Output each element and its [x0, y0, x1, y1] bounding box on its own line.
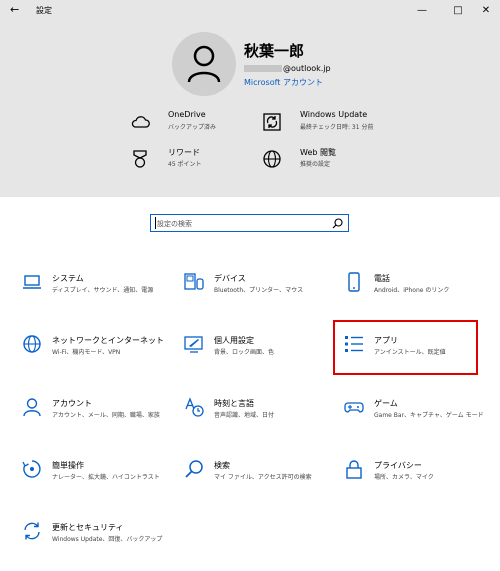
tile-title: ネットワークとインターネット [52, 336, 164, 345]
header-item-onedrive[interactable]: OneDrive バックアップ済み [130, 110, 270, 140]
time-language-icon [185, 397, 204, 417]
tile-subtitle: 音声認識、地域、日付 [214, 412, 275, 419]
tile-title: アカウント [52, 399, 92, 408]
laptop-icon [23, 275, 41, 289]
header-item-subtitle: 推奨の設定 [300, 161, 331, 168]
header-item-windows-update[interactable]: Windows Update 最終チェック日時: 31 分前 [262, 110, 402, 140]
tile-accounts[interactable]: アカウント アカウント、メール、同期、職場、家族 [22, 397, 172, 447]
update-icon [263, 113, 281, 131]
tile-subtitle: アカウント、メール、同期、職場、家族 [52, 412, 160, 419]
tile-privacy[interactable]: プライバシー 場所、カメラ、マイク [344, 459, 494, 509]
header-item-title: Web 閲覧 [300, 148, 336, 157]
tile-personalization[interactable]: 個人用設定 背景、ロック画面、色 [184, 334, 334, 384]
gamepad-icon [344, 402, 364, 413]
minimize-button[interactable]: — [412, 2, 432, 20]
devices-icon [184, 273, 204, 290]
header-item-title: OneDrive [168, 110, 206, 119]
maximize-button[interactable]: □ [448, 2, 468, 20]
text-caret [155, 217, 156, 229]
tile-time-language[interactable]: 時刻と言語 音声認識、地域、日付 [184, 397, 334, 447]
tile-title: 電話 [374, 274, 390, 283]
tile-subtitle: Bluetooth、プリンター、マウス [214, 287, 304, 294]
redacted-email-block [244, 65, 282, 72]
tile-subtitle: Wi-Fi、機内モード、VPN [52, 349, 121, 356]
tile-gaming[interactable]: ゲーム Game Bar、キャプチャ、ゲーム モード [344, 397, 494, 447]
header-item-subtitle: 45 ポイント [168, 161, 202, 168]
tile-title: デバイス [214, 274, 246, 283]
tile-update-security[interactable]: 更新とセキュリティ Windows Update、回復、バックアップ [22, 521, 172, 571]
window-title: 設定 [36, 6, 52, 15]
tile-title: システム [52, 274, 84, 283]
personalization-icon [184, 336, 203, 353]
tile-devices[interactable]: デバイス Bluetooth、プリンター、マウス [184, 272, 334, 322]
tile-subtitle: 場所、カメラ、マイク [374, 474, 434, 481]
search-input[interactable]: 設定の検索 [150, 214, 349, 232]
sync-icon [24, 522, 40, 540]
tile-subtitle: Game Bar、キャプチャ、ゲーム モード [374, 412, 484, 419]
tile-title: 個人用設定 [214, 336, 254, 345]
phone-icon [348, 272, 360, 292]
tile-title: 検索 [214, 461, 230, 470]
tile-subtitle: ナレーター、拡大鏡、ハイコントラスト [52, 474, 160, 481]
user-name: 秋葉一郎 [244, 42, 305, 60]
search-placeholder: 設定の検索 [157, 220, 192, 228]
tile-subtitle: 背景、ロック画面、色 [214, 349, 275, 356]
search-icon[interactable] [332, 218, 343, 229]
close-button[interactable]: ✕ [476, 2, 496, 20]
header-item-web-browsing[interactable]: Web 閲覧 推奨の設定 [262, 147, 402, 177]
globe-icon [263, 150, 281, 168]
header-item-title: Windows Update [300, 110, 368, 119]
tile-ease-of-access[interactable]: 簡単操作 ナレーター、拡大鏡、ハイコントラスト [22, 459, 172, 509]
tile-subtitle: Android、iPhone のリンク [374, 287, 450, 294]
medal-icon [133, 150, 147, 168]
ease-of-access-icon [22, 460, 41, 478]
apps-highlight-box [333, 320, 478, 375]
person-icon [23, 398, 41, 417]
email-suffix: @outlook.jp [283, 64, 331, 73]
tile-phone[interactable]: 電話 Android、iPhone のリンク [344, 272, 494, 322]
user-silhouette-icon [187, 45, 221, 83]
tile-title: 簡単操作 [52, 461, 84, 470]
tile-title: 更新とセキュリティ [52, 523, 124, 532]
tile-subtitle: ディスプレイ、サウンド、通知、電源 [52, 287, 154, 294]
tile-title: プライバシー [374, 461, 422, 470]
user-email: @outlook.jp [244, 64, 331, 73]
header-item-title: リワード [168, 148, 200, 157]
back-arrow-icon[interactable]: ← [10, 3, 19, 16]
tile-subtitle: Windows Update、回復、バックアップ [52, 536, 163, 543]
lock-icon [346, 460, 362, 479]
title-bar: ← 設定 — □ ✕ [0, 0, 500, 22]
tile-search[interactable]: 検索 マイ ファイル、アクセス許可の検索 [184, 459, 334, 509]
search-icon [185, 460, 203, 478]
tile-network-internet[interactable]: ネットワークとインターネット Wi-Fi、機内モード、VPN [22, 334, 172, 384]
tile-system[interactable]: システム ディスプレイ、サウンド、通知、電源 [22, 272, 172, 322]
network-globe-icon [23, 335, 41, 353]
tile-title: 時刻と言語 [214, 399, 254, 408]
header-item-subtitle: バックアップ済み [168, 124, 217, 131]
cloud-icon [131, 116, 150, 128]
avatar[interactable] [172, 32, 236, 96]
tile-title: ゲーム [374, 399, 398, 408]
tile-subtitle: マイ ファイル、アクセス許可の検索 [214, 474, 312, 481]
header-item-subtitle: 最終チェック日時: 31 分前 [300, 124, 374, 131]
header-item-rewards[interactable]: リワード 45 ポイント [130, 147, 270, 177]
microsoft-account-link[interactable]: Microsoft アカウント [244, 77, 323, 88]
